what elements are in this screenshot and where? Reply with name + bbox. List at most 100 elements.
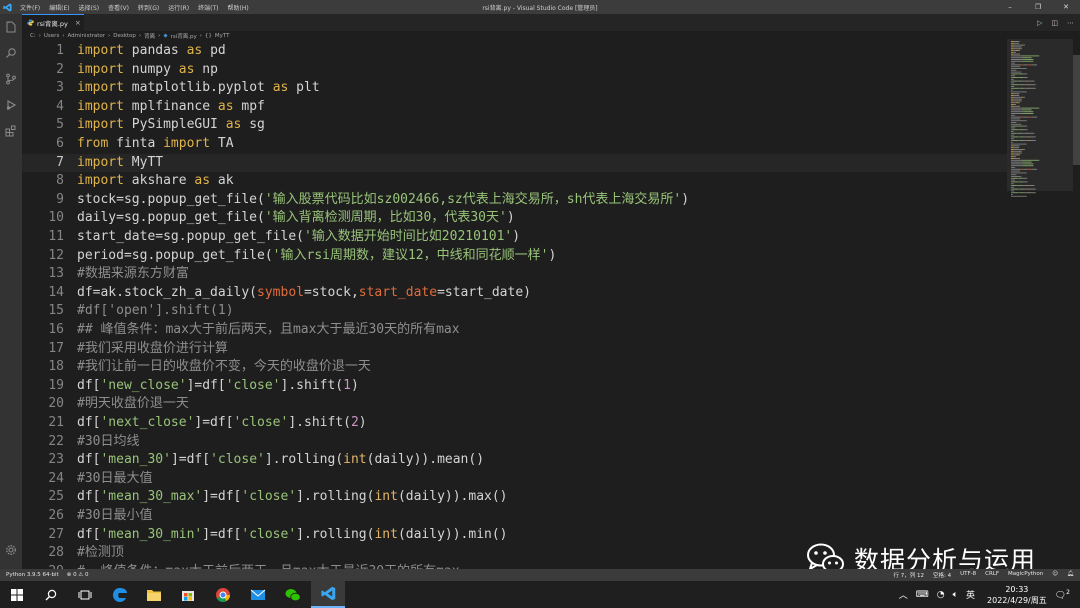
scrollbar-thumb[interactable] xyxy=(1073,55,1080,165)
menu-help[interactable]: 帮助(H) xyxy=(227,3,248,12)
vscode-app-icon[interactable] xyxy=(311,581,345,608)
chrome-browser-icon[interactable] xyxy=(206,581,240,608)
code-line[interactable]: 19 df['new_close']=df['close'].shift(1) xyxy=(22,377,1007,396)
network-icon[interactable]: ◔ xyxy=(937,590,945,600)
code-line[interactable]: 7 import MyTT xyxy=(22,153,1007,173)
source-control-icon[interactable] xyxy=(0,66,22,92)
keyboard-icon[interactable]: ⌨ xyxy=(916,590,929,600)
tab-rsi-file[interactable]: rsi背离.py × xyxy=(22,14,84,31)
code-line[interactable]: 11 start_date=sg.popup_get_file('输入数据开始时间… xyxy=(22,228,1007,247)
ime-indicator[interactable]: 英 xyxy=(966,588,975,601)
menu-view[interactable]: 查看(V) xyxy=(108,3,129,12)
menu-edit[interactable]: 编辑(E) xyxy=(49,3,69,12)
code-line[interactable]: 25 df['mean_30_max']=df['close'].rolling(… xyxy=(22,488,1007,507)
breadcrumb-item[interactable]: 背离 xyxy=(144,32,155,40)
code-editor[interactable]: 1 import pandas as pd 2 import numpy as np 3… xyxy=(22,41,1007,569)
code-line[interactable]: 21 df['next_close']=df['close'].shift(2) xyxy=(22,414,1007,433)
code-line[interactable]: 5 import PySimpleGUI as sg xyxy=(22,116,1007,135)
python-interpreter[interactable]: Python 3.9.5 64-bit xyxy=(6,572,59,578)
menu-terminal[interactable]: 终端(T) xyxy=(198,3,218,12)
code-line[interactable]: 8 import akshare as ak xyxy=(22,172,1007,191)
microsoft-store-icon[interactable] xyxy=(171,581,205,608)
breadcrumb-item[interactable]: Administrator xyxy=(68,33,106,39)
code-line[interactable]: 20 #明天收盘价退一天 xyxy=(22,395,1007,414)
code-line[interactable]: 15 #df['open'].shift(1) xyxy=(22,302,1007,321)
code-token: #我们让前一日的收盘价不变，今天的收盘价退一天 xyxy=(77,359,371,375)
menu-selection[interactable]: 选择(S) xyxy=(79,3,100,12)
show-hidden-icons-icon[interactable]: ︿ xyxy=(899,588,908,601)
extensions-icon[interactable] xyxy=(0,118,22,144)
code-line[interactable]: 26 #30日最小值 xyxy=(22,507,1007,526)
code-token: 'new_close' xyxy=(100,377,187,393)
maximize-button[interactable]: ❐ xyxy=(1024,0,1052,14)
start-windows-icon[interactable] xyxy=(0,581,34,608)
code-line[interactable]: 10 daily=sg.popup_get_file('输入背离检测周期，比如30… xyxy=(22,209,1007,228)
code-token: finta xyxy=(108,136,164,151)
cursor-position[interactable]: 行 7，列 12 xyxy=(894,571,925,579)
split-editor-icon[interactable]: ◫ xyxy=(1051,19,1058,27)
manage-gear-icon[interactable] xyxy=(0,537,22,563)
menu-goto[interactable]: 转到(G) xyxy=(138,3,159,12)
code-line[interactable]: 24 #30日最大值 xyxy=(22,470,1007,489)
volume-icon[interactable]: 🔈︎ xyxy=(953,590,958,600)
breadcrumb-item[interactable]: Desktop xyxy=(113,33,136,39)
encoding[interactable]: UTF-8 xyxy=(960,571,976,579)
breadcrumb-item[interactable]: MyTT xyxy=(215,33,230,39)
clock[interactable]: 20:33 2022/4/29/周五 xyxy=(987,584,1047,606)
code-line[interactable]: 1 import pandas as pd xyxy=(22,42,1007,61)
breadcrumb: C: › Users › Administrator › Desktop › 背离 › ◆… xyxy=(22,31,1007,41)
code-line[interactable]: 17 #我们采用收盘价进行计算 xyxy=(22,340,1007,359)
code-line[interactable]: 22 #30日均线 xyxy=(22,433,1007,452)
line-number: 17 xyxy=(48,340,64,356)
more-actions-icon[interactable]: ⋯ xyxy=(1067,19,1074,27)
line-number: 4 xyxy=(56,98,64,114)
minimize-button[interactable]: – xyxy=(996,0,1024,14)
code-token: MyTT xyxy=(123,154,164,170)
indentation[interactable]: 空格: 4 xyxy=(933,571,951,579)
feedback-icon[interactable]: ☺ xyxy=(1052,571,1058,579)
code-line[interactable]: 9 stock=sg.popup_get_file('输入股票代码比如sz0024… xyxy=(22,191,1007,210)
explorer-icon[interactable] xyxy=(0,14,22,40)
close-window-button[interactable]: ✕ xyxy=(1052,0,1080,14)
code-line[interactable]: 4 import mplfinance as mpf xyxy=(22,98,1007,117)
notification-center-icon[interactable]: 🗨︎2 xyxy=(1055,589,1070,601)
code-line[interactable]: 14 df=ak.stock_zh_a_daily(symbol=stock,st… xyxy=(22,284,1007,303)
tab-label: rsi背离.py xyxy=(37,20,68,28)
code-line[interactable]: 16 ## 峰值条件：max大于前后两天，且max大于最近30天的所有max xyxy=(22,321,1007,340)
code-line[interactable]: 6 from finta import TA xyxy=(22,135,1007,154)
mail-icon[interactable] xyxy=(241,581,275,608)
notifications-bell-icon[interactable]: 🔔︎ xyxy=(1067,571,1074,579)
menu-file[interactable]: 文件(F) xyxy=(20,3,40,12)
breadcrumb-item[interactable]: Users xyxy=(44,33,59,39)
breadcrumb-item[interactable]: rsi背离.py xyxy=(171,32,197,40)
search-icon[interactable] xyxy=(0,40,22,66)
code-token: ) xyxy=(358,415,367,430)
code-text: period=sg.popup_get_file('输入rsi周期数，建议12，… xyxy=(77,247,556,266)
run-debug-icon[interactable] xyxy=(0,92,22,118)
line-number: 27 xyxy=(48,526,64,542)
wechat-app-icon[interactable] xyxy=(276,581,310,608)
code-text: ## 峰值条件：max大于前后两天，且max大于最近30天的所有max xyxy=(77,321,460,340)
code-line[interactable]: 2 import numpy as np xyxy=(22,61,1007,80)
line-number: 7 xyxy=(56,154,64,170)
language-mode[interactable]: MagicPython xyxy=(1008,571,1043,579)
code-line[interactable]: 3 import matplotlib.pyplot as plt xyxy=(22,79,1007,98)
editor-scrollbar[interactable] xyxy=(1073,31,1080,569)
taskbar-search-icon[interactable] xyxy=(34,581,68,608)
tab-close-button[interactable]: × xyxy=(75,19,81,27)
task-view-icon[interactable] xyxy=(68,581,102,608)
menu-run[interactable]: 运行(R) xyxy=(168,3,189,12)
code-line[interactable]: 18 #我们让前一日的收盘价不变，今天的收盘价退一天 xyxy=(22,358,1007,377)
breadcrumb-item[interactable]: C: xyxy=(30,33,36,39)
code-token: #我们采用收盘价进行计算 xyxy=(77,340,228,356)
run-python-file-icon[interactable]: ▷ xyxy=(1037,19,1042,27)
code-line[interactable]: 13 #数据来源东方财富 xyxy=(22,265,1007,284)
code-line[interactable]: 12 period=sg.popup_get_file('输入rsi周期数，建议1… xyxy=(22,247,1007,266)
file-explorer-icon[interactable] xyxy=(137,581,171,608)
problems-count[interactable]: ⊗ 0 ⚠ 0 xyxy=(67,572,89,578)
minimap[interactable] xyxy=(1007,31,1073,569)
end-of-line[interactable]: CRLF xyxy=(985,571,999,579)
edge-browser-icon[interactable] xyxy=(103,581,137,608)
code-line[interactable]: 23 df['mean_30']=df['close'].rolling(int(… xyxy=(22,451,1007,470)
notification-count: 2 xyxy=(1066,588,1070,596)
